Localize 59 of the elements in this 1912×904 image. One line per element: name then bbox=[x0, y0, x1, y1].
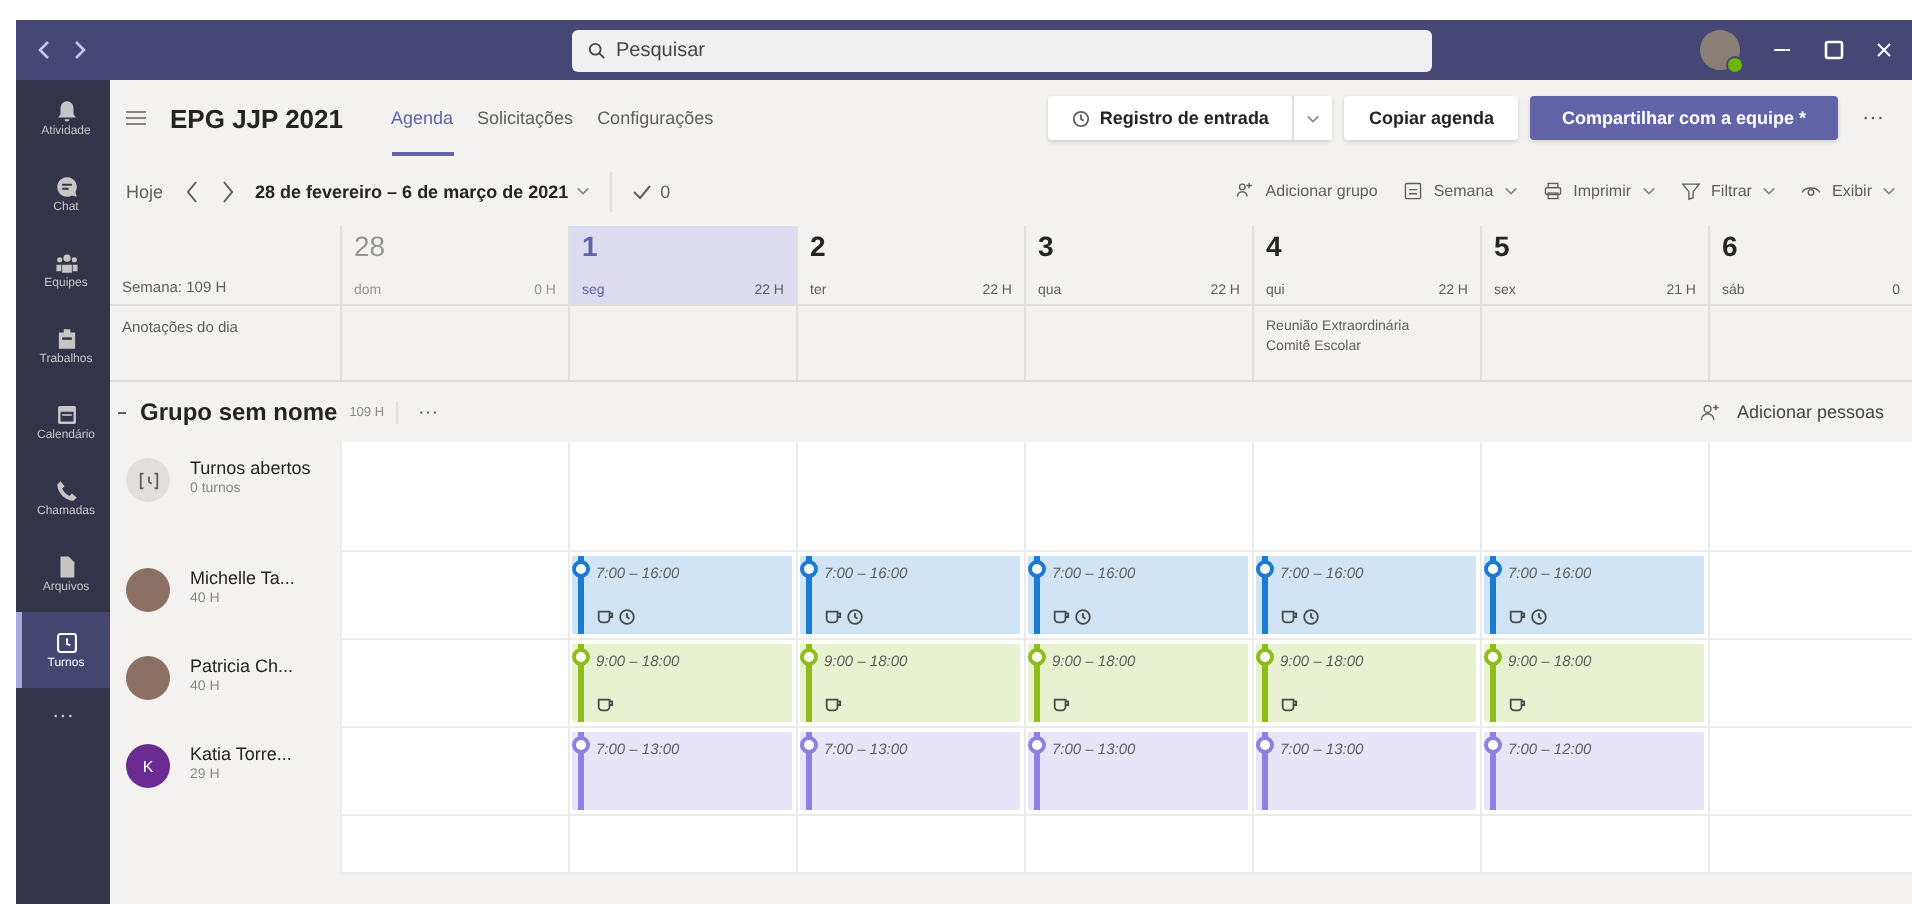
approved-count: 0 bbox=[660, 181, 671, 201]
add-people-button[interactable]: Adicionar pessoas bbox=[1698, 401, 1884, 423]
avatar bbox=[126, 568, 170, 612]
toolbar-action[interactable]: Semana bbox=[1401, 180, 1518, 202]
filter-icon bbox=[1679, 180, 1702, 202]
user-avatar[interactable] bbox=[1700, 30, 1740, 70]
tab[interactable]: Solicitações bbox=[477, 80, 574, 156]
search-field[interactable]: Pesquisar bbox=[572, 29, 1432, 71]
chevron-down-icon bbox=[1503, 186, 1518, 196]
today-button[interactable]: Hoje bbox=[126, 181, 164, 201]
toolbar-action[interactable]: Imprimir bbox=[1541, 180, 1656, 202]
copy-schedule-button[interactable]: Copiar agenda bbox=[1344, 96, 1518, 140]
date-range-picker[interactable]: 28 de fevereiro – 6 de março de 2021 bbox=[255, 181, 591, 201]
toolbar-action[interactable]: Filtrar bbox=[1679, 180, 1776, 202]
chevron-down-icon bbox=[576, 186, 591, 196]
print-icon bbox=[1541, 180, 1564, 202]
chevron-down-icon bbox=[1761, 186, 1776, 196]
close-icon[interactable] bbox=[1876, 40, 1892, 60]
avatar bbox=[126, 656, 170, 700]
dropdown-button[interactable] bbox=[1292, 96, 1333, 140]
chevron-down-icon bbox=[1306, 113, 1321, 123]
collapse-icon[interactable] bbox=[118, 407, 128, 417]
person-name: Patricia Ch... bbox=[190, 656, 294, 676]
shifts-icon bbox=[53, 630, 79, 656]
open-shifts-title: Turnos abertos bbox=[190, 458, 311, 478]
menu-icon[interactable] bbox=[126, 110, 146, 126]
chevron-down-icon bbox=[1641, 186, 1656, 196]
week-icon bbox=[1401, 180, 1424, 202]
share-button[interactable]: Compartilhar com a equipe * bbox=[1529, 96, 1838, 140]
more-options-button[interactable]: ··· bbox=[396, 401, 439, 423]
tab[interactable]: Configurações bbox=[597, 80, 714, 156]
bell-icon bbox=[53, 98, 79, 124]
group-name: Grupo sem nome bbox=[140, 398, 338, 426]
phone-icon bbox=[53, 478, 79, 504]
check-icon bbox=[632, 183, 653, 199]
search-icon bbox=[588, 41, 606, 59]
more-apps-button[interactable]: ··· bbox=[16, 688, 110, 728]
calendar-icon bbox=[53, 402, 79, 428]
toolbar-action[interactable]: Exibir bbox=[1799, 180, 1896, 202]
toolbar-action[interactable]: Adicionar grupo bbox=[1233, 180, 1378, 202]
person-name: Katia Torre... bbox=[190, 744, 292, 764]
group-icon bbox=[1233, 180, 1256, 202]
more-options-button[interactable]: ··· bbox=[1850, 106, 1896, 130]
team-icon bbox=[53, 250, 79, 276]
team-title: EPG JJP 2021 bbox=[170, 103, 343, 133]
tab[interactable]: Agenda bbox=[391, 80, 454, 156]
avatar: K bbox=[126, 744, 170, 788]
next-icon[interactable] bbox=[219, 179, 236, 203]
presence-dot bbox=[1726, 56, 1744, 74]
clock-in-button[interactable]: Registro de entrada bbox=[1047, 96, 1293, 140]
maximize-icon[interactable] bbox=[1824, 40, 1844, 60]
add-person-icon bbox=[1698, 401, 1721, 423]
open-shifts-icon bbox=[126, 458, 170, 502]
previous-icon[interactable] bbox=[183, 179, 200, 203]
chevron-down-icon bbox=[1882, 186, 1896, 196]
person-name: Michelle Ta... bbox=[190, 568, 295, 588]
bag-icon bbox=[53, 326, 79, 352]
chat-icon bbox=[53, 174, 79, 200]
clock-icon bbox=[1071, 109, 1090, 127]
